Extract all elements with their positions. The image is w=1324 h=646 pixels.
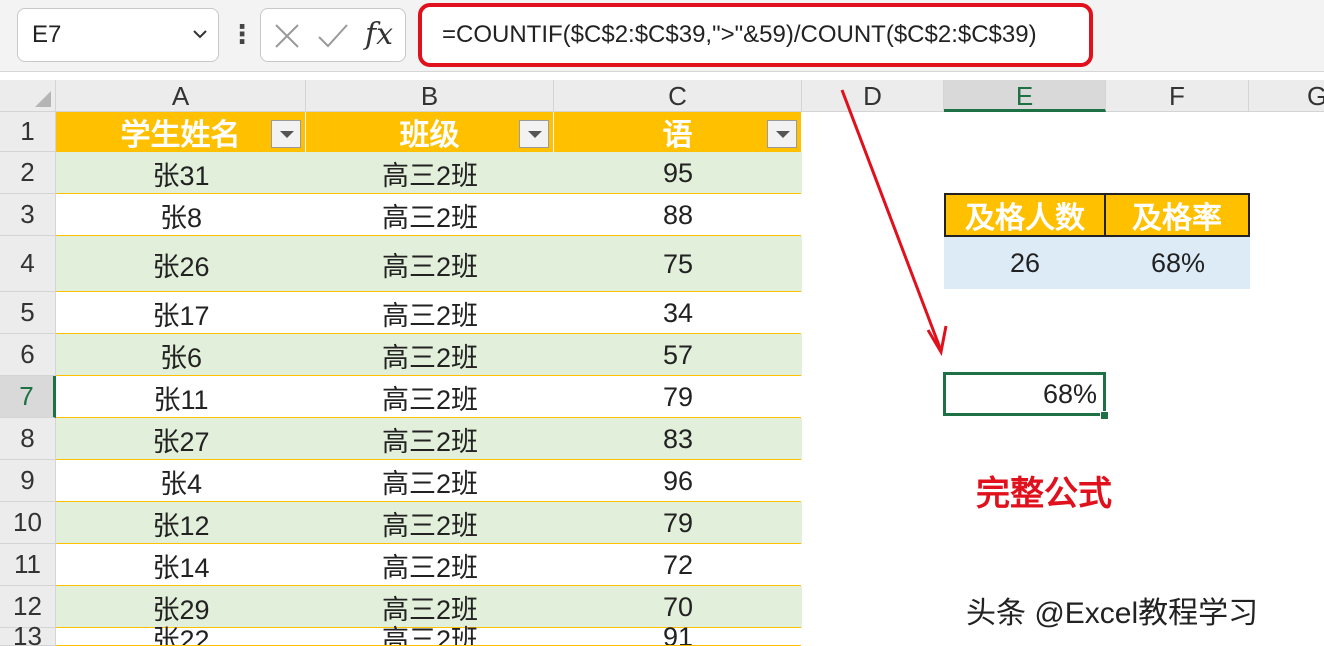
annotation-arrow (840, 89, 948, 357)
annotation-note: 完整公式 (976, 475, 1112, 513)
watermark: 头条 @Excel教程学习 (966, 597, 1259, 630)
